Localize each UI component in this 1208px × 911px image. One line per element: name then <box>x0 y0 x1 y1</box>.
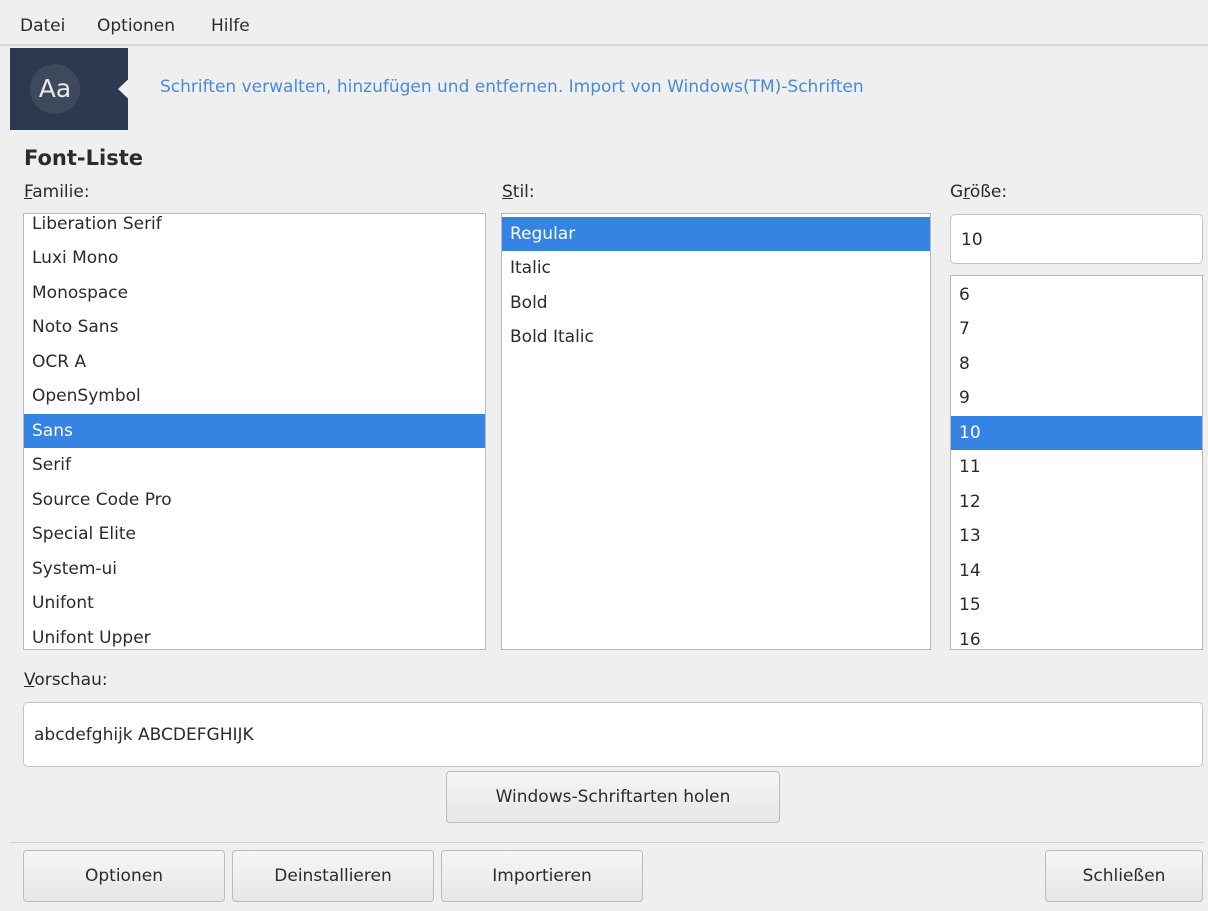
size-item[interactable]: 14 <box>951 554 1202 588</box>
family-item[interactable]: OCR A <box>24 345 485 379</box>
family-label: Familie: <box>24 182 90 202</box>
size-item[interactable]: 8 <box>951 347 1202 381</box>
preview-label: Vorschau: <box>24 670 108 690</box>
size-item[interactable]: 6 <box>951 278 1202 312</box>
family-item[interactable]: System-ui <box>24 552 485 586</box>
family-list[interactable]: Liberation Serif Luxi Mono Monospace Not… <box>23 213 486 650</box>
section-title: Font-Liste <box>24 146 143 170</box>
family-item[interactable]: Noto Sans <box>24 310 485 344</box>
family-item[interactable]: Unifont <box>24 586 485 620</box>
banner-description: Schriften verwalten, hinzufügen und entf… <box>160 77 864 97</box>
menubar: Datei Optionen Hilfe <box>0 0 1208 46</box>
size-item[interactable]: 12 <box>951 485 1202 519</box>
style-list[interactable]: Regular Italic Bold Bold Italic <box>501 213 931 650</box>
font-app-icon: Aa <box>10 48 138 130</box>
size-item-selected[interactable]: 10 <box>951 416 1202 450</box>
size-item[interactable]: 13 <box>951 519 1202 553</box>
separator <box>10 842 1204 843</box>
family-item[interactable]: Special Elite <box>24 517 485 551</box>
style-label: Stil: <box>502 182 535 202</box>
uninstall-button[interactable]: Deinstallieren <box>232 850 434 902</box>
menu-hilfe[interactable]: Hilfe <box>211 16 250 36</box>
import-button[interactable]: Importieren <box>441 850 643 902</box>
style-item[interactable]: Bold <box>502 286 930 320</box>
size-item[interactable]: 11 <box>951 450 1202 484</box>
get-windows-fonts-button[interactable]: Windows-Schriftarten holen <box>446 771 780 823</box>
size-item[interactable]: 7 <box>951 312 1202 346</box>
family-item[interactable]: OpenSymbol <box>24 379 485 413</box>
family-item[interactable]: Source Code Pro <box>24 483 485 517</box>
close-button[interactable]: Schließen <box>1045 850 1203 902</box>
style-item[interactable]: Italic <box>502 251 930 285</box>
family-item[interactable]: Monospace <box>24 276 485 310</box>
family-item[interactable]: Liberation Serif <box>24 214 485 241</box>
size-list[interactable]: 6 7 8 9 10 11 12 13 14 15 16 <box>950 275 1203 650</box>
family-item-selected[interactable]: Sans <box>24 414 485 448</box>
family-item[interactable]: Serif <box>24 448 485 482</box>
size-item[interactable]: 9 <box>951 381 1202 415</box>
menu-datei[interactable]: Datei <box>20 16 65 36</box>
header-banner: Aa Schriften verwalten, hinzufügen und e… <box>0 48 1208 130</box>
preview-field[interactable]: abcdefghijk ABCDEFGHIJK <box>23 702 1203 767</box>
font-aa-icon: Aa <box>30 64 80 114</box>
size-label: Größe: <box>950 182 1008 202</box>
banner-notch <box>118 70 138 108</box>
size-input[interactable]: 10 <box>950 214 1203 264</box>
size-item[interactable]: 16 <box>951 623 1202 649</box>
menu-optionen[interactable]: Optionen <box>97 16 175 36</box>
size-item[interactable]: 15 <box>951 588 1202 622</box>
family-item[interactable]: Unifont Upper <box>24 621 485 649</box>
family-item[interactable]: Luxi Mono <box>24 241 485 275</box>
style-item[interactable]: Bold Italic <box>502 320 930 354</box>
style-item-selected[interactable]: Regular <box>502 217 930 251</box>
options-button[interactable]: Optionen <box>23 850 225 902</box>
